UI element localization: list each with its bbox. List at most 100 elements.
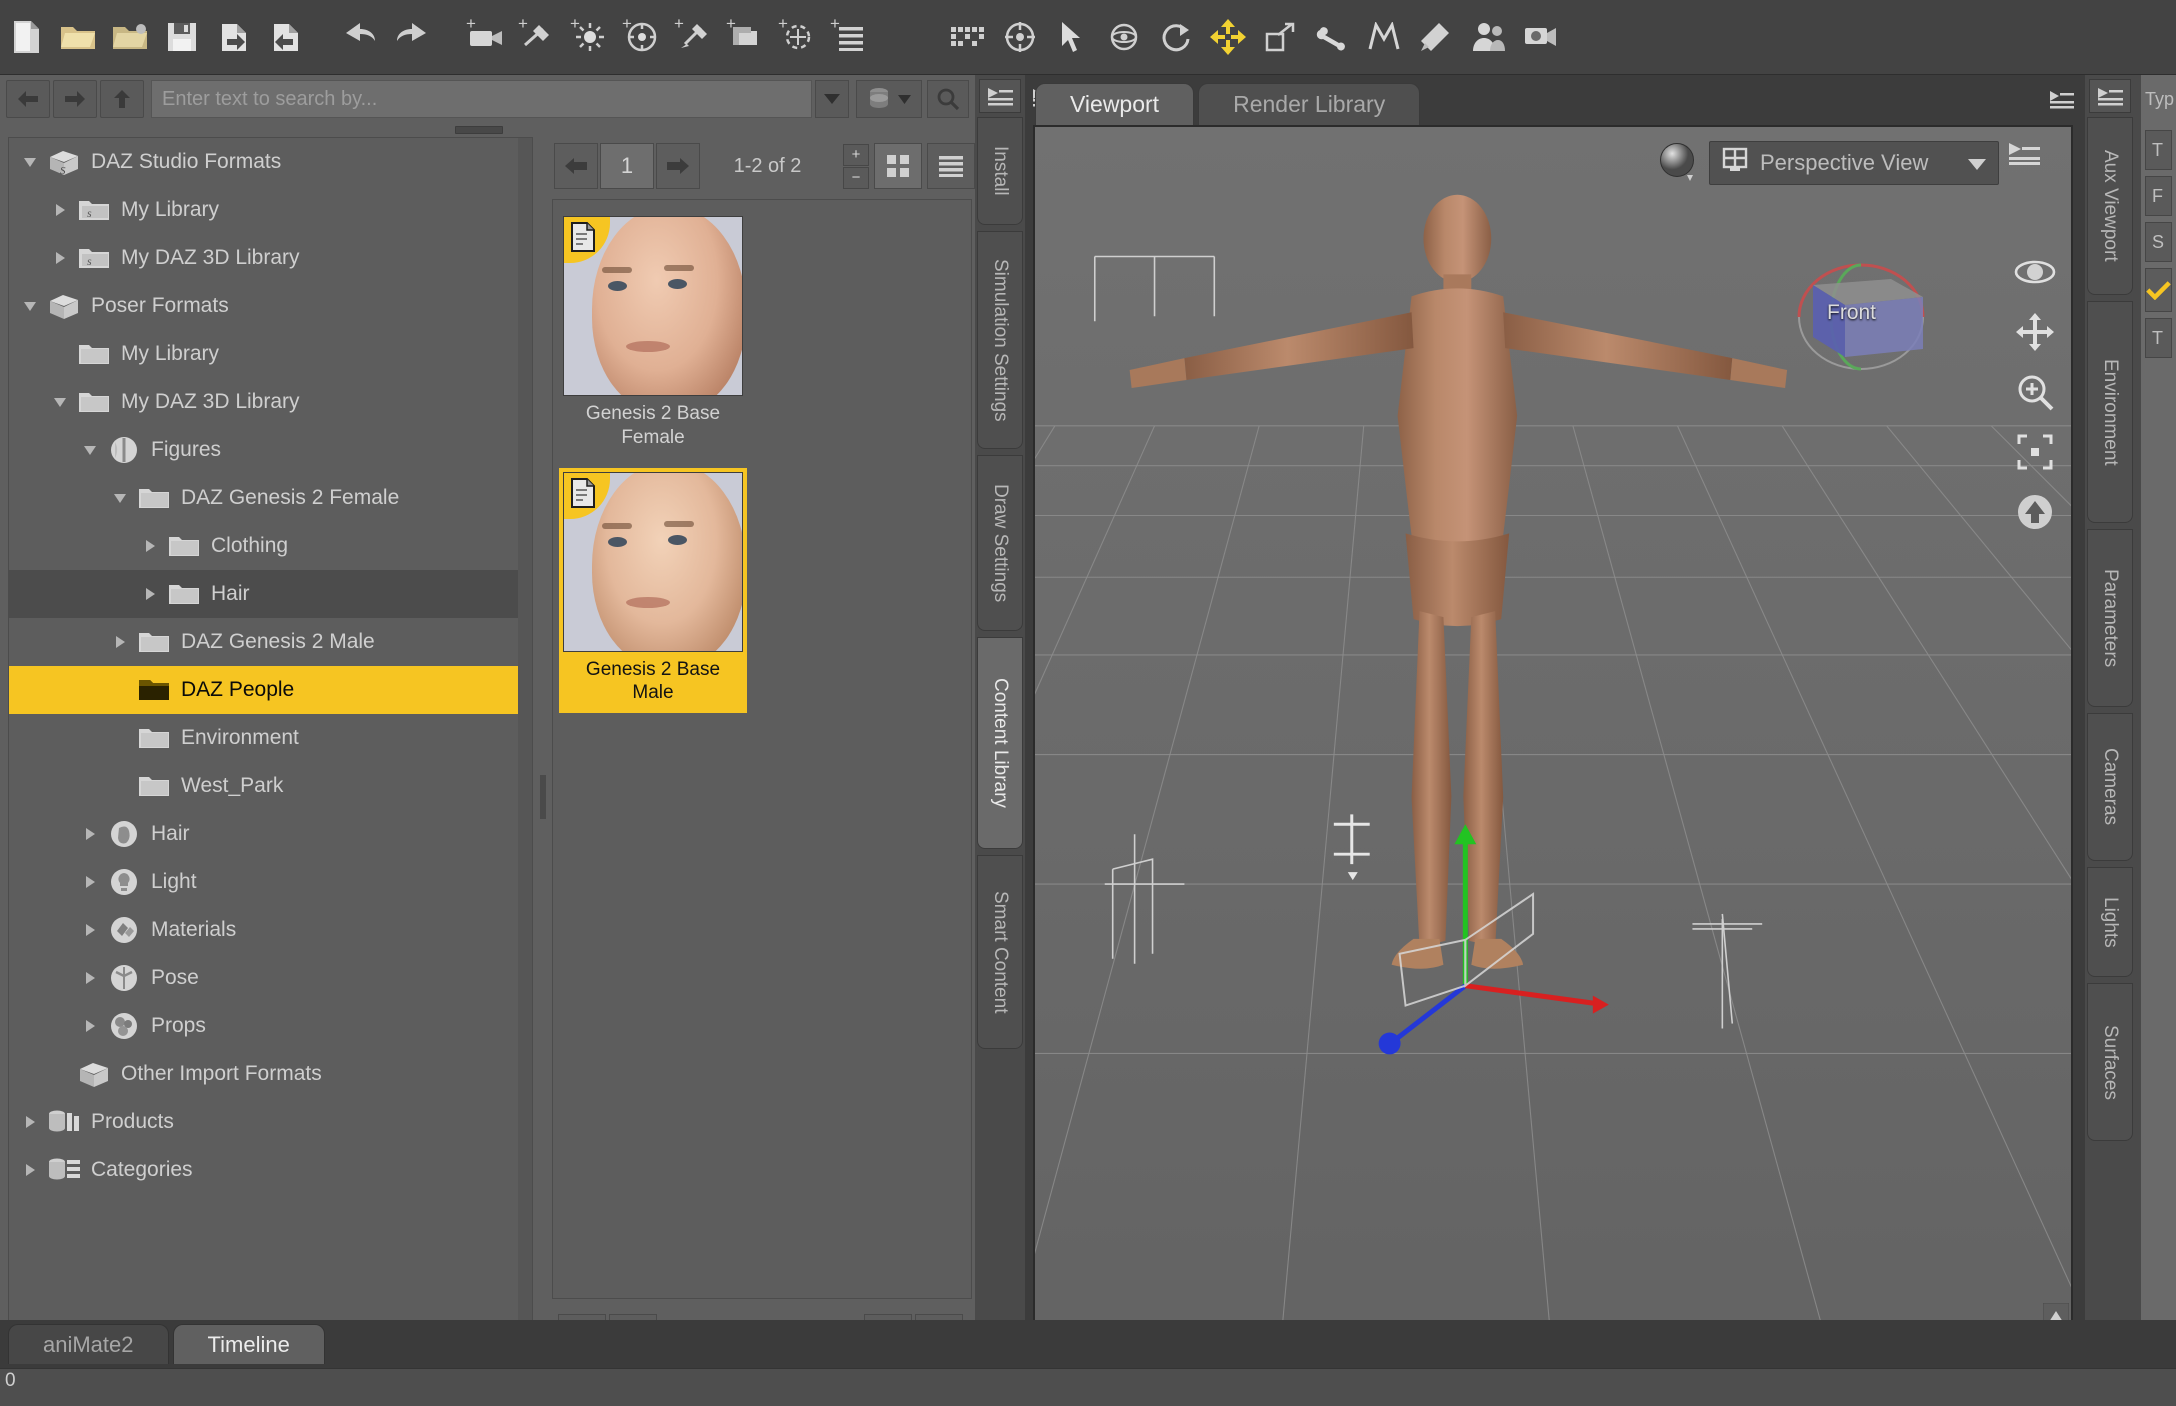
tree-item-daz-genesis-2-male[interactable]: DAZ Genesis 2 Male <box>9 618 532 666</box>
rotate-tool-button[interactable] <box>1098 7 1150 67</box>
orbit-camera-icon[interactable] <box>2010 247 2060 297</box>
create-primitive-button[interactable]: + <box>720 7 772 67</box>
tree-item-daz-genesis-2-female[interactable]: DAZ Genesis 2 Female <box>9 474 532 522</box>
page-number-input[interactable]: 1 <box>600 143 654 189</box>
twisty-collapsed-icon[interactable] <box>77 924 103 936</box>
tree-item-west-park[interactable]: West_Park <box>9 762 532 810</box>
mesh-grabber-button[interactable] <box>1358 7 1410 67</box>
twisty-expanded-icon[interactable] <box>107 493 133 503</box>
tab-timeline[interactable]: Timeline <box>172 1324 325 1364</box>
tree-item-pose[interactable]: Pose <box>9 954 532 1002</box>
zoom-camera-icon[interactable] <box>2010 367 2060 417</box>
frame-icon[interactable] <box>2010 427 2060 477</box>
translate-tool-button[interactable] <box>1202 7 1254 67</box>
node-selection-button[interactable] <box>1046 7 1098 67</box>
thumbnail-size-increase-button[interactable]: + <box>843 143 869 166</box>
right-panel-row-1[interactable]: T <box>2145 130 2172 170</box>
tree-item-my-library[interactable]: s My Library <box>9 186 532 234</box>
content-tree[interactable]: S DAZ Studio Formats s My Library s My DAZ 3D… <box>8 137 533 1369</box>
nav-forward-button[interactable] <box>53 80 97 118</box>
search-input[interactable]: Enter text to search by... <box>151 80 812 118</box>
prev-page-button[interactable] <box>554 143 598 189</box>
twisty-collapsed-icon[interactable] <box>137 540 163 552</box>
universal-tool-button[interactable] <box>994 7 1046 67</box>
search-submit-button[interactable] <box>927 80 969 118</box>
figure-setup-button[interactable] <box>1462 7 1514 67</box>
tree-item-poser-formats[interactable]: Poser Formats <box>9 282 532 330</box>
export-button[interactable] <box>260 7 312 67</box>
twisty-collapsed-icon[interactable] <box>47 252 73 264</box>
tree-item-other-import-formats[interactable]: Other Import Formats <box>9 1050 532 1098</box>
content-item[interactable]: Genesis 2 Base Female <box>559 212 747 458</box>
viewport-tabbar-menu-button[interactable] <box>2045 85 2079 113</box>
twisty-collapsed-icon[interactable] <box>77 876 103 888</box>
twisty-collapsed-icon[interactable] <box>17 1116 43 1128</box>
create-null-button[interactable]: + <box>772 7 824 67</box>
tab-lights[interactable]: Lights <box>2087 867 2133 977</box>
list-view-button[interactable] <box>927 143 975 189</box>
next-page-button[interactable] <box>656 143 700 189</box>
scale-tool-button[interactable] <box>1254 7 1306 67</box>
render-settings-button[interactable] <box>942 7 994 67</box>
timeline-ruler[interactable] <box>0 1368 2176 1406</box>
pan-camera-icon[interactable] <box>2010 307 2060 357</box>
redo-button[interactable] <box>386 7 438 67</box>
tree-item-hair[interactable]: Hair <box>9 810 532 858</box>
right-panel-checkmark[interactable] <box>2145 268 2172 312</box>
right-tabbar-menu-button[interactable] <box>2089 79 2131 113</box>
search-dropdown-button[interactable] <box>815 80 849 118</box>
3d-viewport[interactable]: Perspective View Front <box>1033 125 2073 1365</box>
tree-content-splitter-grip[interactable] <box>540 775 546 819</box>
create-linear-light-button[interactable]: + <box>668 7 720 67</box>
viewport-options-menu-button[interactable] <box>2007 141 2051 185</box>
thumbnail-size-decrease-button[interactable]: − <box>843 166 869 189</box>
tab-animate2[interactable]: aniMate2 <box>8 1324 169 1364</box>
tab-viewport[interactable]: Viewport <box>1035 83 1195 125</box>
tree-item-props[interactable]: Props <box>9 1002 532 1050</box>
tree-item-my-library[interactable]: My Library <box>9 330 532 378</box>
tab-aux-viewport[interactable]: Aux Viewport <box>2087 117 2133 295</box>
tree-item-categories[interactable]: Categories <box>9 1146 532 1194</box>
camera-view-dropdown[interactable]: Perspective View <box>1709 141 1999 185</box>
import-button[interactable] <box>208 7 260 67</box>
tree-item-environment[interactable]: Environment <box>9 714 532 762</box>
twisty-collapsed-icon[interactable] <box>17 1164 43 1176</box>
tree-item-figures[interactable]: Figures <box>9 426 532 474</box>
reset-camera-icon[interactable] <box>2010 487 2060 537</box>
twisty-collapsed-icon[interactable] <box>137 588 163 600</box>
database-filter-button[interactable] <box>856 80 922 118</box>
tree-item-light[interactable]: Light <box>9 858 532 906</box>
thumbnail-grid[interactable]: Genesis 2 Base Female Genesis 2 Base Male <box>552 199 972 1299</box>
create-point-light-button[interactable]: + <box>564 7 616 67</box>
create-spot-light-button[interactable]: + <box>616 7 668 67</box>
left-tabbar-menu-button[interactable] <box>979 79 1021 113</box>
create-group-button[interactable]: + <box>824 7 876 67</box>
tree-item-materials[interactable]: Materials <box>9 906 532 954</box>
create-camera-button[interactable]: + <box>460 7 512 67</box>
twisty-collapsed-icon[interactable] <box>77 972 103 984</box>
grid-view-button[interactable] <box>874 143 922 189</box>
tab-render-library[interactable]: Render Library <box>1198 83 1421 125</box>
tab-draw-settings[interactable]: Draw Settings <box>977 455 1023 631</box>
surface-selection-button[interactable] <box>1410 7 1462 67</box>
right-panel-row-4[interactable]: T <box>2145 318 2172 358</box>
twisty-expanded-icon[interactable] <box>17 301 43 311</box>
twisty-collapsed-icon[interactable] <box>47 204 73 216</box>
twisty-expanded-icon[interactable] <box>17 157 43 167</box>
tree-item-my-daz-3d-library[interactable]: My DAZ 3D Library <box>9 378 532 426</box>
tree-item-clothing[interactable]: Clothing <box>9 522 532 570</box>
content-item[interactable]: Genesis 2 Base Male <box>559 467 747 713</box>
tab-install[interactable]: Install <box>977 117 1023 225</box>
tree-item-my-daz-3d-library[interactable]: s My DAZ 3D Library <box>9 234 532 282</box>
tree-item-daz-people[interactable]: DAZ People <box>9 666 532 714</box>
splitter-grip-top[interactable] <box>455 126 503 134</box>
content-item-thumbnail[interactable] <box>563 471 743 652</box>
tree-item-daz-studio-formats[interactable]: S DAZ Studio Formats <box>9 138 532 186</box>
new-file-button[interactable] <box>0 7 52 67</box>
create-distant-light-button[interactable]: + <box>512 7 564 67</box>
twisty-collapsed-icon[interactable] <box>107 636 133 648</box>
tab-cameras[interactable]: Cameras <box>2087 713 2133 861</box>
tab-smart-content[interactable]: Smart Content <box>977 855 1023 1049</box>
content-item-thumbnail[interactable] <box>563 216 743 396</box>
twisty-collapsed-icon[interactable] <box>77 1020 103 1032</box>
